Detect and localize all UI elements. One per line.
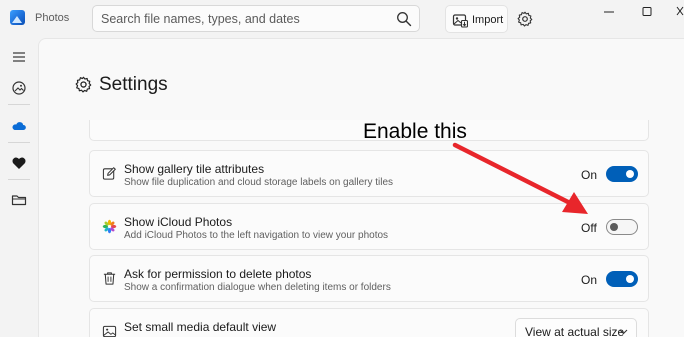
toggle-state-label: Off: [581, 221, 597, 235]
photos-app-icon: [10, 10, 25, 25]
favorites-heart-icon[interactable]: [11, 155, 27, 171]
setting-description: Show file duplication and cloud storage …: [124, 177, 394, 188]
title-bar: Photos Import: [0, 0, 684, 38]
trash-icon: [103, 272, 116, 285]
sidebar: [0, 38, 38, 337]
minimize-icon[interactable]: [598, 3, 620, 21]
sidebar-divider: [8, 179, 30, 180]
search-box[interactable]: [92, 5, 420, 32]
setting-title: Ask for permission to delete photos: [124, 267, 312, 281]
icloud-photos-icon: [102, 219, 117, 234]
import-button[interactable]: Import: [445, 5, 508, 33]
maximize-icon[interactable]: [636, 3, 658, 21]
image-icon: [102, 325, 117, 337]
default-view-dropdown[interactable]: View at actual size: [515, 318, 637, 337]
annotation-arrow: [452, 142, 588, 214]
chevron-down-icon: [619, 329, 628, 335]
show-icloud-photos-toggle[interactable]: [606, 219, 638, 235]
gear-icon[interactable]: [517, 11, 533, 27]
import-label: Import: [472, 14, 504, 26]
setting-title: Show iCloud Photos: [124, 215, 233, 229]
onedrive-cloud-icon[interactable]: [11, 118, 27, 134]
close-icon[interactable]: [673, 3, 684, 21]
sidebar-divider: [8, 104, 30, 105]
setting-small-media-default-view: Set small media default view View at act…: [89, 308, 649, 337]
edit-icon: [102, 167, 116, 180]
app-title: Photos: [35, 12, 70, 24]
folder-icon[interactable]: [11, 192, 27, 208]
gallery-tile-attributes-toggle[interactable]: [606, 166, 638, 182]
search-icon[interactable]: [396, 11, 412, 27]
import-icon: [452, 14, 468, 28]
setting-description: Add iCloud Photos to the left navigation…: [124, 230, 389, 241]
ask-delete-permission-toggle[interactable]: [606, 271, 638, 287]
setting-description: Show a confirmation dialogue when deleti…: [124, 282, 391, 293]
search-input[interactable]: [101, 10, 391, 28]
setting-title: Show gallery tile attributes: [124, 162, 265, 176]
page-title: Settings: [99, 74, 168, 95]
settings-gear-icon: [75, 76, 92, 93]
setting-title: Set small media default view: [124, 320, 277, 334]
sidebar-divider: [8, 142, 30, 143]
dropdown-selected-value: View at actual size: [525, 325, 625, 337]
toggle-state-label: On: [581, 273, 598, 287]
setting-ask-delete-permission: Ask for permission to delete photos Show…: [89, 255, 649, 302]
gallery-icon[interactable]: [11, 80, 27, 96]
hamburger-menu-icon[interactable]: [11, 49, 27, 65]
